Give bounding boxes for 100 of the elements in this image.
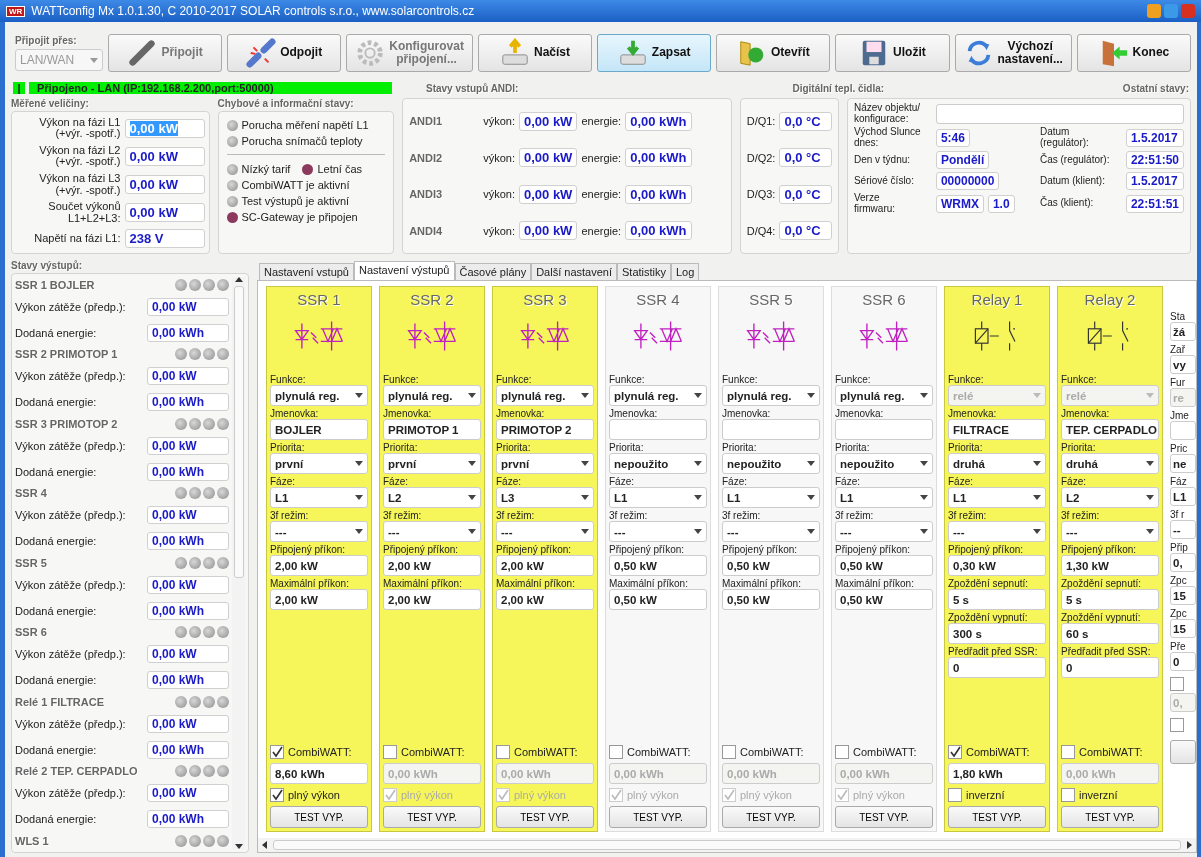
input-field[interactable]: PRIMOTOP 2 [496, 419, 594, 440]
tab[interactable]: Další nastavení [531, 263, 617, 280]
input-field[interactable]: 300 s [948, 623, 1046, 644]
dropdown[interactable]: --- [609, 521, 707, 542]
input-field[interactable] [1170, 421, 1196, 440]
dropdown[interactable]: --- [383, 521, 481, 542]
dropdown[interactable]: L1 [835, 487, 933, 508]
input-field[interactable]: 0,50 kW [609, 589, 707, 610]
dropdown[interactable]: nepoužito [835, 453, 933, 474]
input-field[interactable]: žá [1170, 322, 1196, 341]
input-field[interactable]: 0 [948, 657, 1046, 678]
input-field[interactable] [835, 419, 933, 440]
dropdown[interactable]: plynulá reg. [835, 385, 933, 406]
scroll-left-icon[interactable] [262, 841, 267, 849]
dropdown[interactable]: L1 [270, 487, 368, 508]
input-field[interactable]: 2,00 kW [496, 589, 594, 610]
dropdown[interactable]: plynulá reg. [496, 385, 594, 406]
dropdown[interactable]: L1 [722, 487, 820, 508]
scroll-right-icon[interactable] [1187, 841, 1192, 849]
test-button[interactable]: TEST VYP. [1061, 806, 1159, 828]
input-field[interactable]: 0 [1170, 652, 1196, 671]
input-field[interactable]: 2,00 kW [496, 555, 594, 576]
dropdown[interactable]: --- [948, 521, 1046, 542]
scrollbar[interactable] [258, 838, 1196, 852]
toolbar-button[interactable]: Odpojit [227, 34, 342, 72]
input-field[interactable]: 0,50 kW [835, 589, 933, 610]
test-button[interactable]: TEST VYP. [609, 806, 707, 828]
toolbar-button[interactable]: Zapsat [597, 34, 712, 72]
dropdown[interactable]: plynulá reg. [722, 385, 820, 406]
dropdown[interactable]: --- [496, 521, 594, 542]
input-field[interactable]: TEP. CERPADLO [1061, 419, 1159, 440]
dropdown[interactable]: první [496, 453, 594, 474]
input-field[interactable]: 0,50 kW [835, 555, 933, 576]
dropdown[interactable]: plynulá reg. [609, 385, 707, 406]
input-field[interactable]: 1,30 kW [1061, 555, 1159, 576]
dropdown[interactable]: --- [835, 521, 933, 542]
scroll-down-icon[interactable] [234, 844, 243, 849]
test-button[interactable]: TEST VYP. [722, 806, 820, 828]
checkbox[interactable] [948, 745, 962, 759]
checkbox[interactable] [270, 745, 284, 759]
input-field[interactable]: vy [1170, 355, 1196, 374]
dropdown[interactable]: --- [722, 521, 820, 542]
input-field[interactable]: 1,80 kWh [948, 763, 1046, 784]
input-field[interactable]: ne [1170, 454, 1196, 473]
input-field[interactable]: FILTRACE [948, 419, 1046, 440]
dropdown[interactable]: druhá [948, 453, 1046, 474]
test-button[interactable]: TEST VYP. [383, 806, 481, 828]
input-field[interactable]: L1 [1170, 487, 1196, 506]
dropdown[interactable]: L2 [383, 487, 481, 508]
test-button[interactable] [1170, 740, 1196, 764]
input-field[interactable]: 0,50 kW [609, 555, 707, 576]
input-field[interactable]: 2,00 kW [383, 555, 481, 576]
input-field[interactable]: 5 s [1061, 589, 1159, 610]
input-field[interactable]: 2,00 kW [383, 589, 481, 610]
input-field[interactable] [935, 103, 1184, 124]
checkbox[interactable] [270, 788, 284, 802]
input-field[interactable]: 8,60 kWh [270, 763, 368, 784]
dropdown[interactable]: nepoužito [722, 453, 820, 474]
dropdown[interactable]: první [270, 453, 368, 474]
dropdown[interactable]: druhá [1061, 453, 1159, 474]
test-button[interactable]: TEST VYP. [270, 806, 368, 828]
scroll-up-icon[interactable] [234, 277, 243, 282]
input-field[interactable] [722, 419, 820, 440]
dropdown[interactable]: nepoužito [609, 453, 707, 474]
tab[interactable]: Statistiky [617, 263, 671, 280]
dropdown[interactable]: --- [1061, 521, 1159, 542]
test-button[interactable]: TEST VYP. [948, 806, 1046, 828]
toolbar-button[interactable]: Otevřít [716, 34, 831, 72]
minimize-icon[interactable] [1147, 4, 1161, 18]
dropdown[interactable]: L3 [496, 487, 594, 508]
input-field[interactable]: 60 s [1061, 623, 1159, 644]
toolbar-button[interactable]: Výchozí nastavení... [954, 34, 1072, 72]
checkbox[interactable] [1170, 718, 1184, 732]
dropdown[interactable]: plynulá reg. [383, 385, 481, 406]
toolbar-button[interactable]: Uložit [835, 34, 950, 72]
scrollbar[interactable] [232, 277, 245, 849]
test-button[interactable]: TEST VYP. [496, 806, 594, 828]
dropdown[interactable]: první [383, 453, 481, 474]
input-field[interactable]: 0 [1061, 657, 1159, 678]
tab[interactable]: Časové plány [454, 263, 532, 280]
input-field[interactable]: -- [1170, 520, 1196, 539]
checkbox[interactable] [1170, 677, 1184, 691]
input-field[interactable]: BOJLER [270, 419, 368, 440]
input-field[interactable]: 15 [1170, 619, 1196, 638]
tab[interactable]: Nastavení výstupů [354, 261, 455, 280]
dropdown[interactable]: L2 [1061, 487, 1159, 508]
dropdown[interactable]: plynulá reg. [270, 385, 368, 406]
dropdown[interactable]: L1 [948, 487, 1046, 508]
input-field[interactable]: 2,00 kW [270, 589, 368, 610]
input-field[interactable]: 0,50 kW [722, 589, 820, 610]
input-field[interactable]: 0,30 kW [948, 555, 1046, 576]
tab[interactable]: Nastavení vstupů [259, 263, 354, 280]
input-field[interactable]: 0, [1170, 553, 1196, 572]
input-field[interactable]: 5 s [948, 589, 1046, 610]
input-field[interactable]: PRIMOTOP 1 [383, 419, 481, 440]
toolbar-button[interactable]: Konec [1076, 34, 1192, 72]
tab[interactable]: Log [671, 263, 700, 280]
test-button[interactable]: TEST VYP. [835, 806, 933, 828]
toolbar-button[interactable]: Načíst [477, 34, 593, 72]
dropdown[interactable]: --- [270, 521, 368, 542]
